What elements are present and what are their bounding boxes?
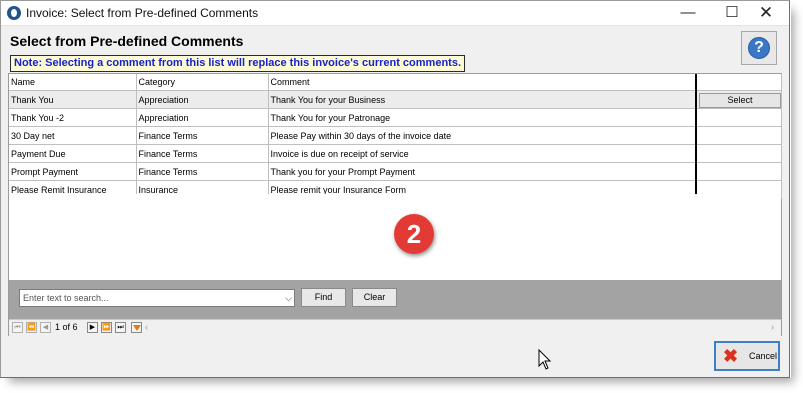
prev-page-icon[interactable]: ◀ [40,322,51,333]
next-block-icon[interactable]: ⏩ [101,322,112,333]
app-logo-icon [7,6,21,20]
cell-category: Appreciation [136,90,269,109]
page-indicator: 1 of 6 [55,322,78,332]
cell-name: Thank You -2 [9,108,137,127]
table-header-row: Name Category Comment [9,74,782,91]
table-row[interactable]: Payment Due Finance Terms Invoice is due… [9,144,782,163]
search-bar: Enter text to search... ⌵ Find Clear [9,280,781,319]
filter-icon[interactable] [131,322,142,333]
scroll-left-icon[interactable]: ‹ [145,322,148,332]
page-title: Select from Pre-defined Comments [10,33,244,49]
cell-action [696,126,782,145]
table-row[interactable]: Thank You -2 Appreciation Thank You for … [9,108,782,127]
clear-button[interactable]: Clear [352,288,397,307]
cell-category: Finance Terms [136,162,269,181]
title-bar: Invoice: Select from Pre-defined Comment… [1,1,789,26]
cell-name: Prompt Payment [9,162,137,181]
cell-action [696,162,782,181]
dialog-window: Invoice: Select from Pre-defined Comment… [0,0,790,378]
help-icon: ? [748,37,770,59]
search-input[interactable]: Enter text to search... ⌵ [19,289,295,307]
select-button[interactable]: Select [699,92,780,108]
first-page-icon[interactable]: ⏮ [12,322,23,333]
mouse-pointer-icon [538,349,552,370]
table-row[interactable]: Thank You Appreciation Thank You for you… [9,90,782,109]
cell-category: Appreciation [136,108,269,127]
help-button[interactable]: ? [741,31,777,65]
table-row[interactable]: 30 Day net Finance Terms Please Pay with… [9,126,782,145]
chevron-down-icon[interactable]: ⌵ [285,290,292,306]
find-button[interactable]: Find [301,288,346,307]
comments-table: Name Category Comment Thank You Apprecia… [9,74,782,199]
cell-comment: Thank you for your Prompt Payment [268,162,697,181]
close-button[interactable]: ✕ [749,1,783,25]
cell-comment: Please Pay within 30 days of the invoice… [268,126,697,145]
column-header-name[interactable]: Name [9,74,137,91]
cell-comment: Thank You for your Business [268,90,697,109]
scroll-right-icon[interactable]: › [771,322,774,332]
cell-comment: Thank You for your Patronage [268,108,697,127]
cell-comment: Invoice is due on receipt of service [268,144,697,163]
cancel-button[interactable]: ✖ Cancel [714,341,780,371]
table-row[interactable]: Prompt Payment Finance Terms Thank you f… [9,162,782,181]
cell-action: Select [696,90,782,109]
prev-block-icon[interactable]: ⏪ [26,322,37,333]
comments-grid: Name Category Comment Thank You Apprecia… [8,73,782,336]
cancel-label: Cancel [749,351,778,361]
column-header-action [696,74,782,91]
last-page-icon[interactable]: ⏭ [115,322,126,333]
cell-name: Payment Due [9,144,137,163]
next-page-icon[interactable]: ▶ [87,322,98,333]
cell-category: Finance Terms [136,144,269,163]
minimize-button[interactable]: — [671,1,705,25]
cell-action [696,108,782,127]
column-header-category[interactable]: Category [136,74,269,91]
search-placeholder: Enter text to search... [23,293,109,303]
close-x-icon: ✖ [723,346,739,366]
cell-name: 30 Day net [9,126,137,145]
step-number-badge: 2 [394,214,434,254]
window-title: Invoice: Select from Pre-defined Comment… [26,6,259,20]
cell-action [696,144,782,163]
cell-name: Thank You [9,90,137,109]
maximize-button[interactable]: ☐ [715,1,749,25]
pager-bar: ⏮ ⏪ ◀ 1 of 6 ▶ ⏩ ⏭ ‹ › [9,319,781,336]
cell-category: Finance Terms [136,126,269,145]
note-banner: Note: Selecting a comment from this list… [10,55,466,72]
column-header-comment[interactable]: Comment [268,74,697,91]
